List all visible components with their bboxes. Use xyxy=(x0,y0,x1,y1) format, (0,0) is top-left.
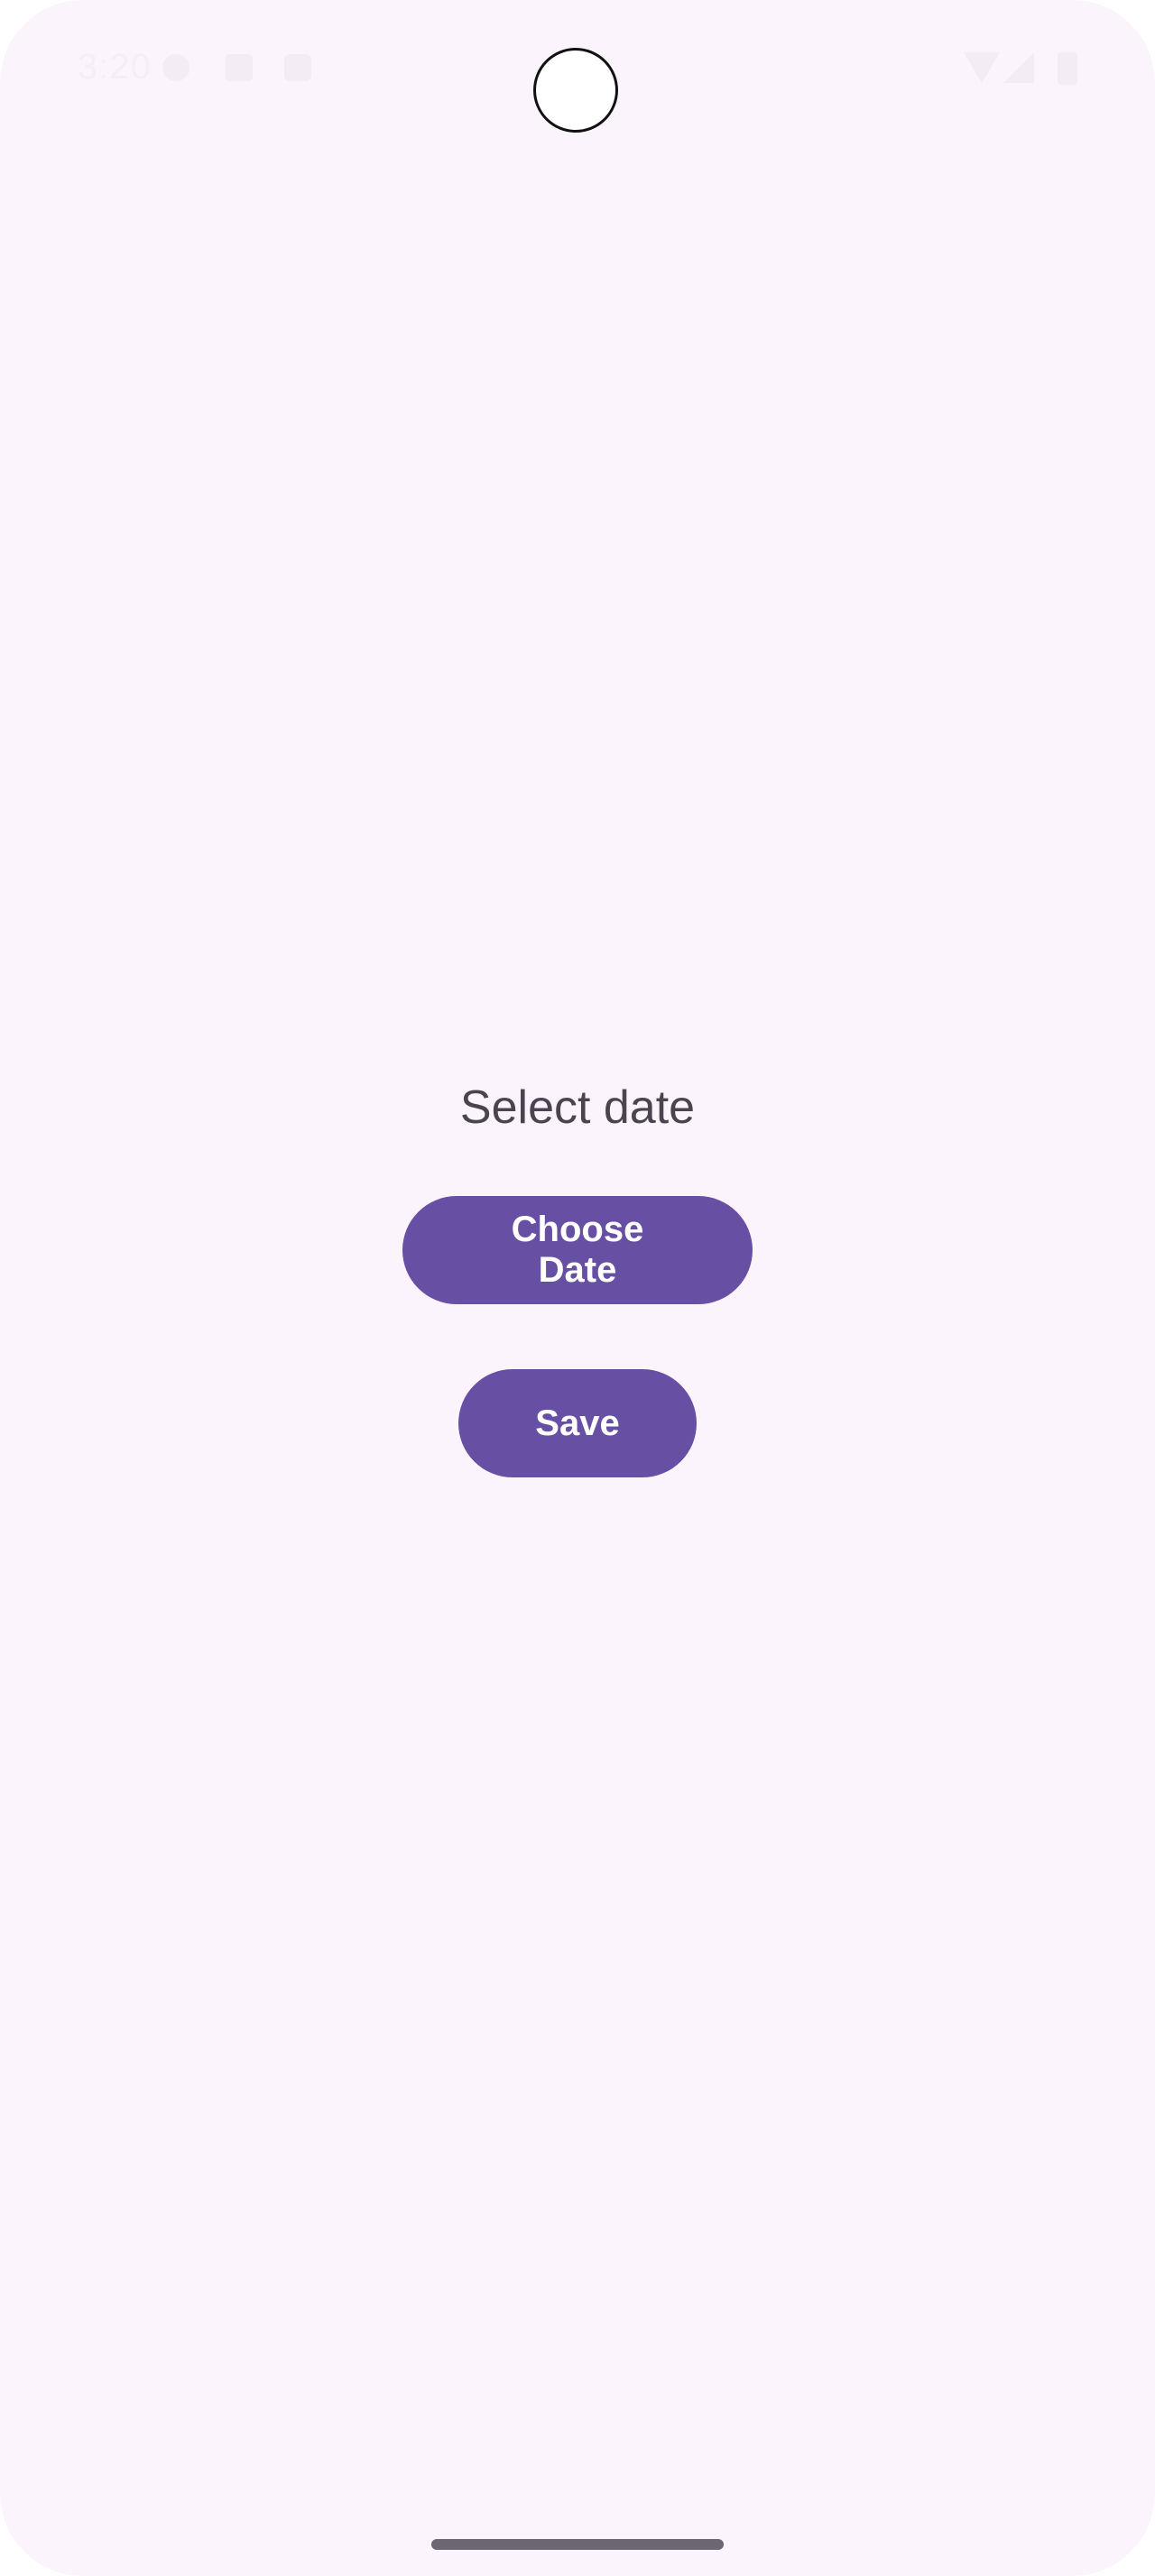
sd-card-icon xyxy=(226,54,253,81)
home-indicator[interactable] xyxy=(431,2539,724,2550)
battery-icon xyxy=(1058,52,1077,85)
app-screen: 3:20 Select date Choose Date Save xyxy=(0,0,1155,2576)
main-content: Select date Choose Date Save xyxy=(0,1064,1155,1477)
choose-date-button[interactable]: Choose Date xyxy=(402,1196,753,1304)
page-title: Select date xyxy=(459,1081,696,1134)
camera-cutout xyxy=(533,48,618,133)
wifi-icon xyxy=(964,52,1000,83)
notification-icon xyxy=(162,54,189,81)
status-time: 3:20 xyxy=(78,47,152,87)
save-button[interactable]: Save xyxy=(458,1369,697,1477)
cell-signal-icon xyxy=(1003,52,1034,83)
photo-icon xyxy=(284,54,311,81)
